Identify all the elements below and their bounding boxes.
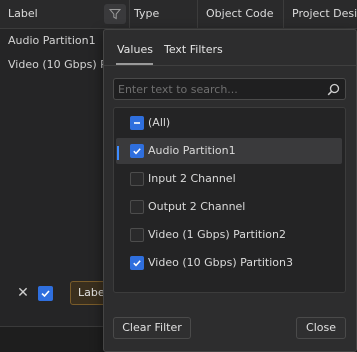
checkmark-icon [133, 148, 141, 155]
column-header-type[interactable]: Type [126, 0, 198, 28]
list-item[interactable]: Video (10 Gbps) Partition3 [116, 250, 342, 276]
list-item-label: Input 2 Channel [148, 172, 236, 185]
tab-values[interactable]: Values [117, 42, 153, 62]
list-item-all[interactable]: (All) [116, 110, 342, 136]
table-row[interactable]: Audio Partition1 [0, 28, 110, 54]
list-item[interactable]: Output 2 Channel [116, 194, 342, 220]
search-input[interactable] [118, 81, 318, 97]
column-header-project-design-text: Project Desig [292, 7, 357, 20]
tab-divider [104, 65, 356, 66]
list-item-label: Video (1 Gbps) Partition2 [148, 228, 286, 241]
list-item-label: Output 2 Channel [148, 200, 246, 213]
close-label: Close [306, 321, 336, 334]
search-icon[interactable] [327, 83, 340, 96]
list-item[interactable]: Input 2 Channel [116, 166, 342, 192]
search-box [113, 78, 346, 100]
dash-icon [134, 122, 140, 124]
checkmark-icon [41, 290, 50, 298]
tab-text-filters[interactable]: Text Filters [164, 42, 223, 62]
filter-icon [109, 9, 121, 20]
checkbox-checked[interactable] [130, 256, 144, 270]
checkmark-icon [133, 260, 141, 267]
list-item[interactable]: Video (1 Gbps) Partition2 [116, 222, 342, 248]
active-tab-indicator [116, 63, 153, 65]
column-header-object-code-text: Object Code [206, 7, 274, 20]
checkbox-indeterminate[interactable] [130, 116, 144, 130]
row-label: Audio Partition1 [8, 34, 96, 47]
grid-header: Label Type Object Code Project Desig [0, 0, 357, 29]
list-item[interactable]: Audio Partition1 [116, 138, 342, 164]
list-item-label: (All) [148, 116, 171, 129]
close-button[interactable]: Close [296, 317, 346, 339]
clear-filter-button[interactable]: Clear Filter [113, 317, 191, 339]
list-item-label: Video (10 Gbps) Partition3 [148, 256, 293, 269]
tab-values-label: Values [117, 43, 153, 56]
column-header-type-text: Type [134, 7, 160, 20]
filter-enable-checkbox[interactable] [38, 286, 53, 301]
checkbox-unchecked[interactable] [130, 200, 144, 214]
tab-text-filters-label: Text Filters [164, 43, 223, 56]
clear-filter-x-icon[interactable]: ✕ [16, 286, 30, 300]
column-header-label-text: Label [8, 7, 38, 20]
checkbox-checked[interactable] [130, 144, 144, 158]
column-header-object-code[interactable]: Object Code [198, 0, 284, 28]
checkbox-unchecked[interactable] [130, 228, 144, 242]
checkbox-unchecked[interactable] [130, 172, 144, 186]
list-item-label: Audio Partition1 [148, 144, 236, 157]
column-filter-button[interactable] [104, 4, 126, 24]
clear-filter-label: Clear Filter [122, 321, 182, 334]
focus-indicator [117, 146, 119, 160]
table-row[interactable]: Video (10 Gbps) Pa [0, 52, 110, 78]
row-label: Video (10 Gbps) Pa [8, 58, 110, 71]
column-header-project-design[interactable]: Project Desig [284, 0, 357, 28]
